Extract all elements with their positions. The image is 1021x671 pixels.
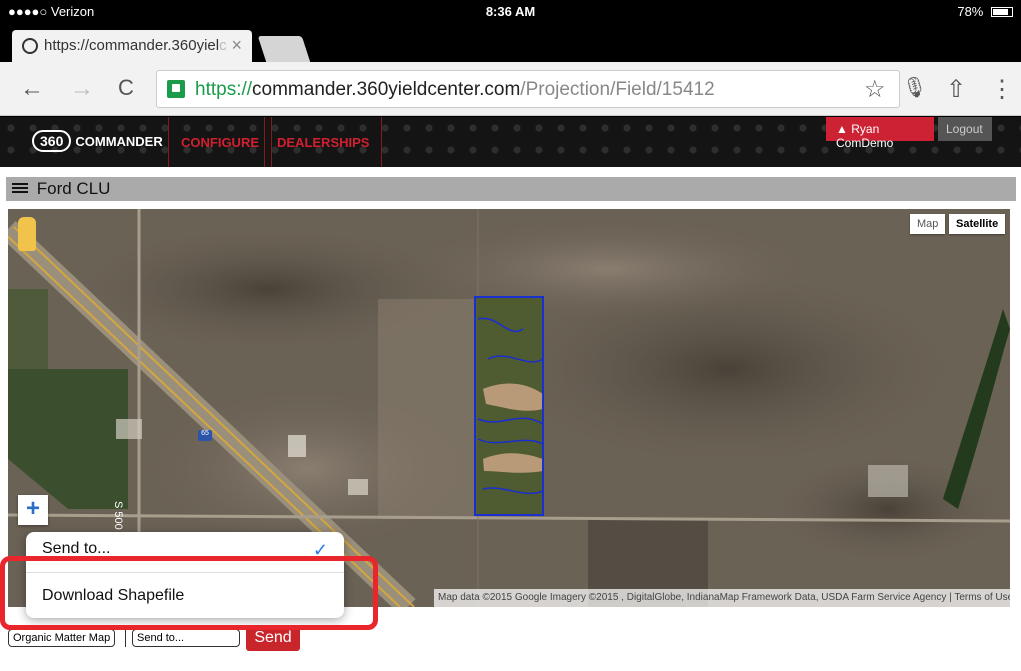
browser-tab-strip: https://commander.360yielc ×	[0, 22, 1021, 62]
picker-option-label: Download Shapefile	[42, 587, 185, 604]
layer-select[interactable]: Organic Matter Map	[8, 629, 116, 647]
back-icon[interactable]: ←	[20, 75, 44, 103]
tab-title-fade: c	[219, 37, 227, 54]
map-type-map-button[interactable]: Map	[910, 214, 946, 234]
logo-text: COMMANDER	[75, 134, 163, 149]
forward-icon[interactable]: →	[70, 75, 94, 103]
nav-dealerships[interactable]: DEALERSHIPS	[264, 117, 383, 167]
picker-option-label: Send to...	[42, 540, 111, 557]
send-to-select[interactable]: Send to...	[132, 629, 240, 647]
url-host: commander.360yieldcenter.com	[252, 79, 521, 100]
zoom-in-button[interactable]: +	[18, 495, 48, 525]
user-icon: ▲	[836, 122, 848, 136]
map-type-satellite-button[interactable]: Satellite	[949, 214, 1006, 234]
site-favicon-icon	[22, 38, 38, 54]
battery-icon	[991, 7, 1013, 17]
checkmark-icon: ✓	[312, 540, 328, 560]
terms-of-use-link[interactable]: Terms of Use	[954, 592, 1010, 603]
reload-icon[interactable]: C	[118, 75, 134, 101]
picker-option-download-shapefile[interactable]: Download Shapefile	[42, 587, 184, 605]
url-path: /Projection/Field/15412	[520, 79, 715, 100]
lock-icon	[167, 80, 185, 98]
microphone-icon[interactable]: 🎙	[902, 75, 927, 100]
new-tab-button[interactable]	[257, 36, 311, 62]
address-bar[interactable]: https://commander.360yieldcenter.com/Pro…	[156, 70, 900, 108]
bookmark-star-icon[interactable]: ☆	[864, 75, 886, 104]
send-to-picker-popover: Send to... ✓ Download Shapefile	[26, 532, 344, 618]
share-icon[interactable]: ⇧	[946, 75, 966, 104]
battery-indicator: 78%	[957, 4, 1013, 19]
logout-button[interactable]: Logout	[938, 117, 992, 141]
menu-icon[interactable]: ⋮	[990, 75, 1014, 104]
tab-close-icon[interactable]: ×	[231, 35, 242, 56]
commander-logo[interactable]: 360 COMMANDER	[32, 130, 163, 154]
street-view-pegman-icon[interactable]	[18, 217, 36, 251]
map-attribution: Map data ©2015 Google Imagery ©2015 , Di…	[434, 589, 1010, 607]
browser-tab[interactable]: https://commander.360yielc ×	[12, 30, 252, 62]
url-scheme: https://	[195, 79, 253, 100]
ios-status-bar: ●●●●○ Verizon 8:36 AM 78%	[0, 0, 1021, 22]
battery-percent: 78%	[957, 4, 984, 19]
browser-toolbar: ← → C https://commander.360yieldcenter.c…	[0, 62, 1021, 116]
logo-badge: 360	[32, 130, 72, 152]
clock: 8:36 AM	[485, 4, 536, 19]
interstate-shield: 65	[198, 430, 212, 441]
picker-option-send-to[interactable]: Send to... ✓	[42, 540, 328, 570]
send-button[interactable]: Send	[246, 627, 300, 651]
nav-configure[interactable]: CONFIGURE	[168, 117, 272, 167]
page-title: Ford CLU	[36, 179, 111, 198]
page-title-bar: Ford CLU	[6, 177, 1016, 201]
user-menu-button[interactable]: ▲ Ryan ComDemo	[826, 117, 934, 150]
picker-divider	[26, 572, 344, 573]
separator	[125, 629, 126, 647]
map-attribution-text: Map data ©2015 Google Imagery ©2015 , Di…	[438, 592, 947, 603]
tab-title: https://commander.360yiel	[44, 37, 220, 54]
hamburger-menu-icon[interactable]	[12, 181, 28, 195]
